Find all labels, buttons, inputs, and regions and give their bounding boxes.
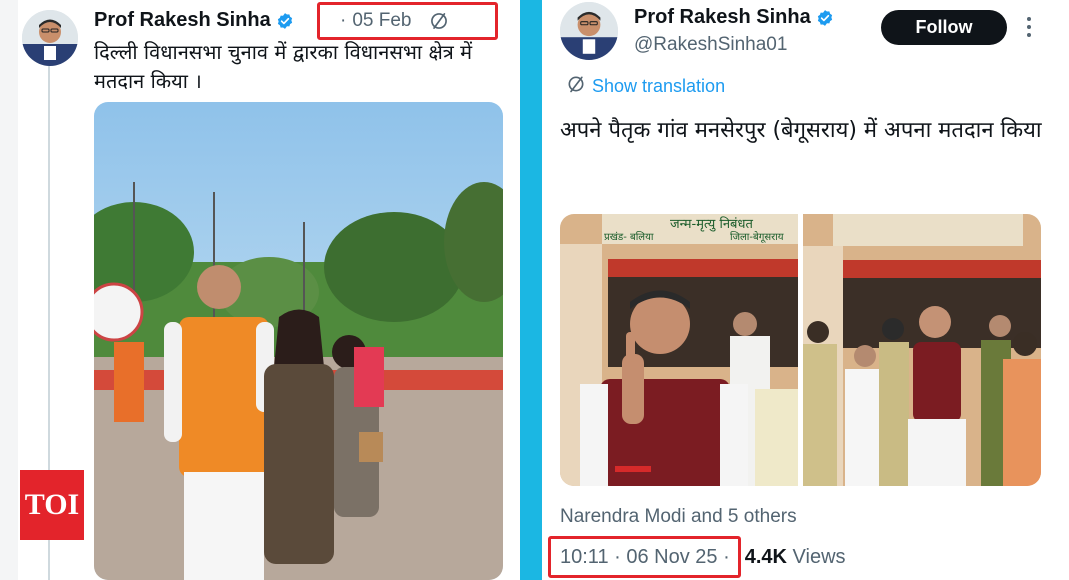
tweet-photo[interactable]: [94, 102, 503, 580]
display-name[interactable]: Prof Rakesh Sinha: [94, 9, 271, 32]
tweet-date[interactable]: 05 Feb: [352, 10, 411, 32]
globe-icon: [566, 74, 592, 99]
sign-board-right: जिला-बेगूसराय: [730, 231, 784, 243]
tweet-timestamp[interactable]: 10:11 · 06 Nov 25 ·: [560, 546, 730, 569]
date-separator: ·: [340, 10, 347, 31]
more-vertical-icon[interactable]: [1020, 14, 1038, 40]
polling-booth-photo-1: जन्म-मृत्यु निबंधत प्रखंड- बलिया जिला-बे…: [560, 214, 798, 486]
verified-badge-icon: [276, 12, 294, 30]
liked-by-text[interactable]: Narendra Modi and 5 others: [560, 506, 797, 528]
tweet-photo[interactable]: जन्म-मृत्यु निबंधत प्रखंड- बलिया जिला-बे…: [560, 214, 798, 486]
author-row: Prof Rakesh Sinha: [94, 9, 294, 32]
show-translation-link[interactable]: Show translation: [566, 74, 725, 99]
timestamp-highlight-box: 10:11 · 06 Nov 25 ·: [548, 536, 741, 578]
avatar[interactable]: [560, 2, 618, 60]
tweet-meta-row: 10:11 · 06 Nov 25 · 4.4K Views: [548, 536, 846, 578]
date-highlight-box: · 05 Feb: [317, 2, 498, 40]
views-count[interactable]: 4.4K Views: [745, 546, 846, 569]
circle-slash-icon: [429, 11, 449, 31]
author-row: Prof Rakesh Sinha: [634, 6, 834, 29]
tweet-text: दिल्ली विधानसभा चुनाव में द्वारका विधानस…: [94, 40, 473, 93]
show-translation-label: Show translation: [592, 76, 726, 96]
follow-button[interactable]: Follow: [881, 10, 1007, 45]
tweet-photo-grid: जन्म-मृत्यु निबंधत प्रखंड- बलिया जिला-बे…: [560, 214, 1041, 486]
tweet-text: अपने पैतृक गांव मनसेरपुर (बेगूसराय) में …: [560, 118, 1042, 143]
screenshot-frame: Prof Rakesh Sinha · 05 Feb दिल्ली विधानस…: [0, 0, 1069, 580]
views-label: Views: [786, 545, 846, 568]
display-name[interactable]: Prof Rakesh Sinha: [634, 6, 811, 29]
avatar-photo: [22, 10, 78, 66]
voting-photo: [94, 102, 503, 580]
tweet-photo[interactable]: [803, 214, 1041, 486]
right-tweet-panel: Prof Rakesh Sinha @RakeshSinha01 Follow …: [542, 0, 1069, 580]
sign-board-left: प्रखंड- बलिया: [604, 231, 654, 243]
avatar[interactable]: [22, 10, 78, 66]
views-number: 4.4K: [744, 545, 787, 568]
user-handle[interactable]: @RakeshSinha01: [634, 34, 787, 56]
avatar-photo: [560, 2, 618, 60]
toi-watermark: TOI: [20, 470, 84, 540]
sign-board-title: जन्म-मृत्यु निबंधत: [670, 216, 753, 232]
verified-badge-icon: [816, 9, 834, 27]
left-tweet-panel: Prof Rakesh Sinha · 05 Feb दिल्ली विधानस…: [18, 0, 520, 580]
panel-separator: [520, 0, 542, 580]
polling-booth-photo-2: [803, 214, 1041, 486]
